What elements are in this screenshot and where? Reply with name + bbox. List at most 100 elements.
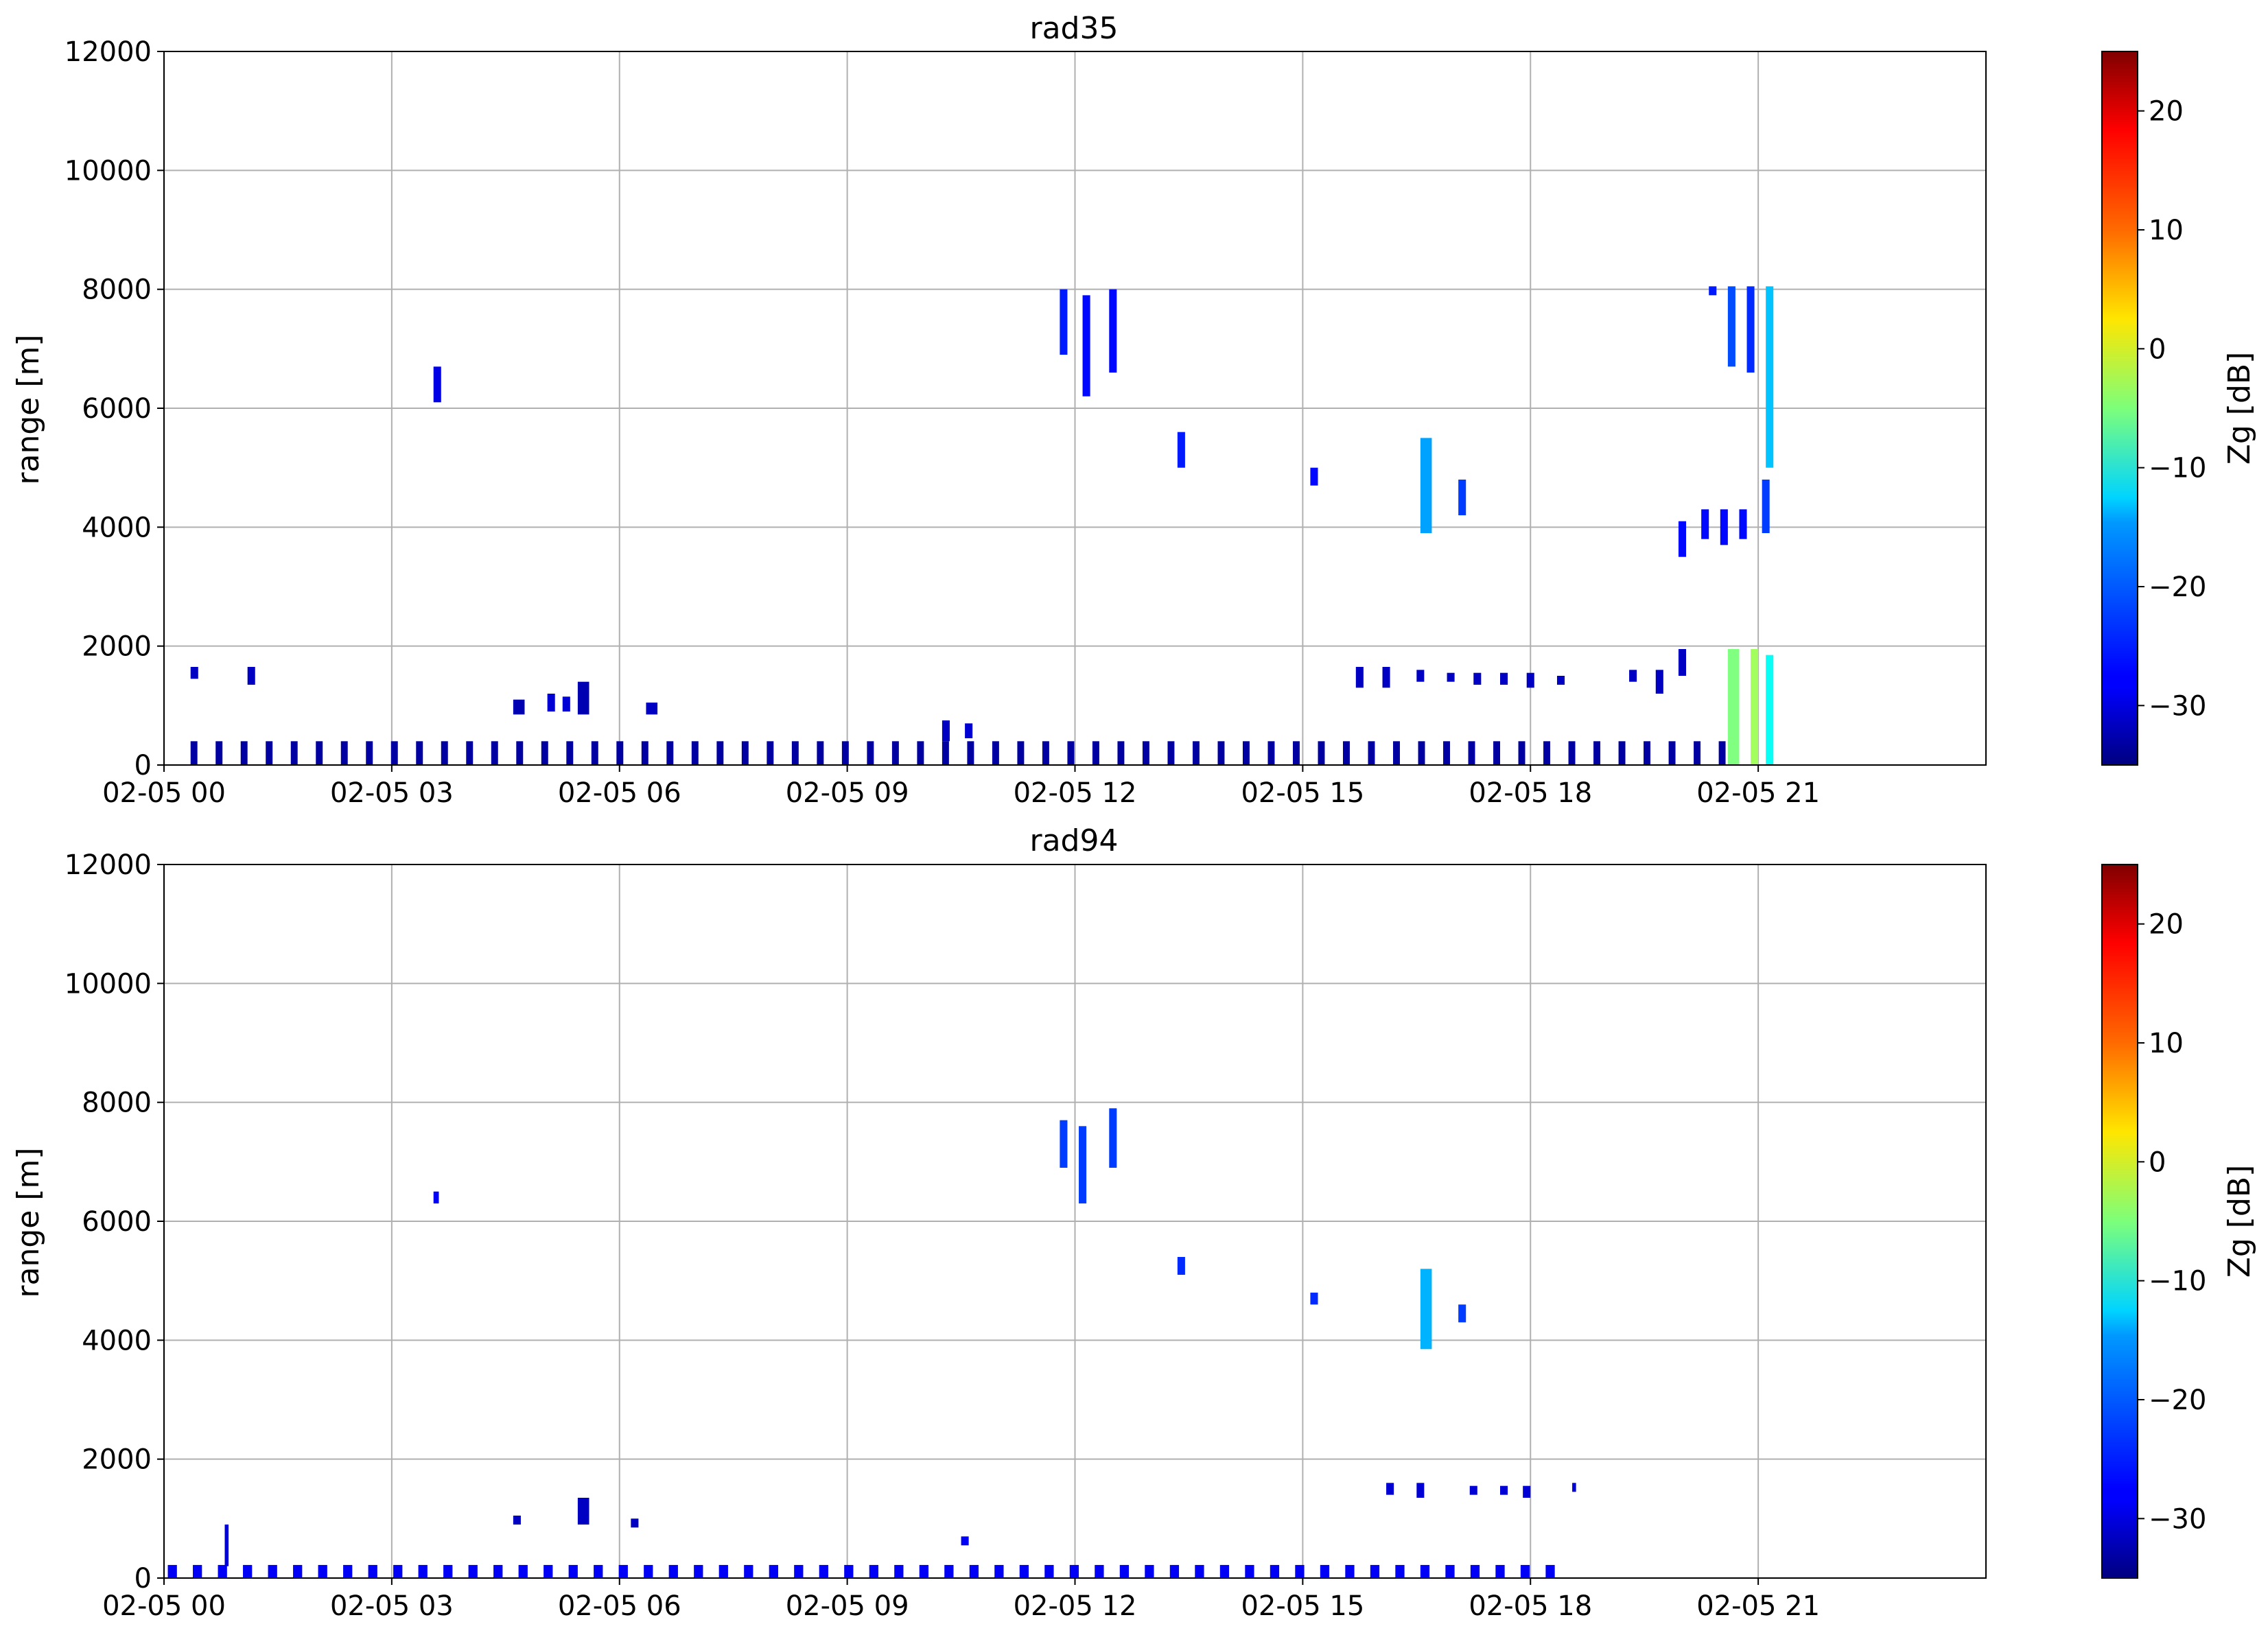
y-tick-label: 6000 [82, 1206, 152, 1238]
x-tick-label: 02-05 15 [1241, 777, 1364, 809]
echo-mark [1469, 1485, 1477, 1495]
echo-mark [917, 741, 924, 765]
echo-mark [1420, 1564, 1430, 1578]
echo-mark [631, 1518, 639, 1528]
echo-mark [1678, 521, 1687, 557]
echo-mark [190, 667, 198, 679]
echo-mark [591, 741, 598, 765]
x-tick-label: 02-05 00 [102, 777, 226, 809]
echo-mark [390, 741, 398, 765]
x-tick-label: 02-05 03 [330, 777, 454, 809]
echo-mark [1420, 438, 1432, 533]
echo-mark [577, 681, 589, 715]
echo-mark [1445, 1564, 1455, 1578]
echo-mark [1177, 1257, 1185, 1275]
echo-mark [368, 1564, 377, 1578]
echo-mark [1177, 432, 1185, 468]
echo-mark [1117, 741, 1125, 765]
x-tick-label: 02-05 21 [1696, 777, 1820, 809]
echo-mark [869, 1564, 878, 1578]
echo-mark [594, 1564, 603, 1578]
echo-mark [794, 1564, 804, 1578]
echo-mark [694, 1564, 703, 1578]
x-tick-label: 02-05 18 [1469, 777, 1592, 809]
echo-mark [942, 741, 949, 765]
colorbar-gradient [2101, 51, 2138, 766]
echo-mark [1678, 649, 1687, 676]
echo-mark [1644, 741, 1651, 765]
echo-mark [919, 1564, 928, 1578]
echo-mark [1709, 286, 1717, 296]
echo-mark [1739, 509, 1747, 539]
echo-mark [1310, 1293, 1318, 1305]
echo-mark [1019, 1564, 1029, 1578]
echo-mark [268, 1564, 277, 1578]
chart-title: rad94 [1030, 823, 1119, 858]
echo-mark [1473, 672, 1482, 685]
echo-mark [1718, 741, 1726, 765]
echo-mark [1345, 1564, 1355, 1578]
echo-mark [817, 741, 824, 765]
echo-mark [1520, 1564, 1530, 1578]
echo-mark [1543, 741, 1551, 765]
echo-mark [1727, 649, 1740, 765]
y-axis-label: range [m] [11, 1147, 46, 1297]
echo-mark [767, 741, 774, 765]
echo-mark [1572, 1483, 1576, 1492]
echo-mark [844, 1564, 854, 1578]
echo-mark [1395, 1564, 1405, 1578]
echo-mark [1523, 1485, 1531, 1498]
colorbar-tick-label: 0 [2149, 333, 2166, 365]
echo-mark [969, 1564, 979, 1578]
echo-mark [867, 741, 874, 765]
echo-mark [769, 1564, 778, 1578]
echo-mark [1762, 480, 1770, 533]
echo-mark [1518, 741, 1525, 765]
colorbar-gradient [2101, 864, 2138, 1579]
echo-mark [891, 741, 899, 765]
echo-mark [466, 741, 474, 765]
y-tick-label: 4000 [82, 1325, 152, 1356]
echo-mark [1500, 1485, 1508, 1495]
echo-mark [1042, 741, 1049, 765]
echo-mark [547, 694, 555, 711]
echo-mark [1393, 741, 1400, 765]
echo-mark [1267, 741, 1275, 765]
echo-mark [193, 1564, 202, 1578]
echo-mark [1079, 1126, 1087, 1203]
echo-mark [1458, 480, 1466, 515]
x-tick-label: 02-05 12 [1014, 1590, 1137, 1622]
echo-mark [791, 741, 799, 765]
echo-mark [393, 1564, 403, 1578]
echo-mark [366, 741, 373, 765]
echo-mark [568, 1564, 578, 1578]
echo-mark [293, 1564, 303, 1578]
echo-mark [1242, 741, 1250, 765]
echo-mark [1420, 1269, 1432, 1350]
echo-mark [1727, 286, 1735, 367]
echo-mark [491, 741, 498, 765]
echo-mark [718, 1564, 728, 1578]
echo-mark [1044, 1564, 1054, 1578]
echo-mark [618, 1564, 628, 1578]
y-axis-label: range [m] [11, 334, 46, 484]
echo-mark [218, 1564, 227, 1578]
echo-mark [1370, 1564, 1380, 1578]
echo-mark [577, 1498, 589, 1525]
echo-mark [290, 741, 298, 765]
echo-mark [1109, 289, 1117, 373]
echo-mark [1270, 1564, 1280, 1578]
echo-mark [1295, 1564, 1305, 1578]
echo-mark [1526, 672, 1534, 688]
echo-mark [1720, 509, 1728, 545]
echo-mark [819, 1564, 828, 1578]
echo-mark [1556, 676, 1565, 685]
echo-mark [167, 1564, 177, 1578]
y-tick-label: 12000 [65, 36, 152, 68]
echo-mark [340, 741, 348, 765]
echo-mark [316, 741, 323, 765]
echo-mark [1368, 741, 1375, 765]
y-tick-label: 2000 [82, 631, 152, 663]
echo-mark [566, 741, 574, 765]
colorbar-tick-label: −30 [2149, 690, 2206, 722]
